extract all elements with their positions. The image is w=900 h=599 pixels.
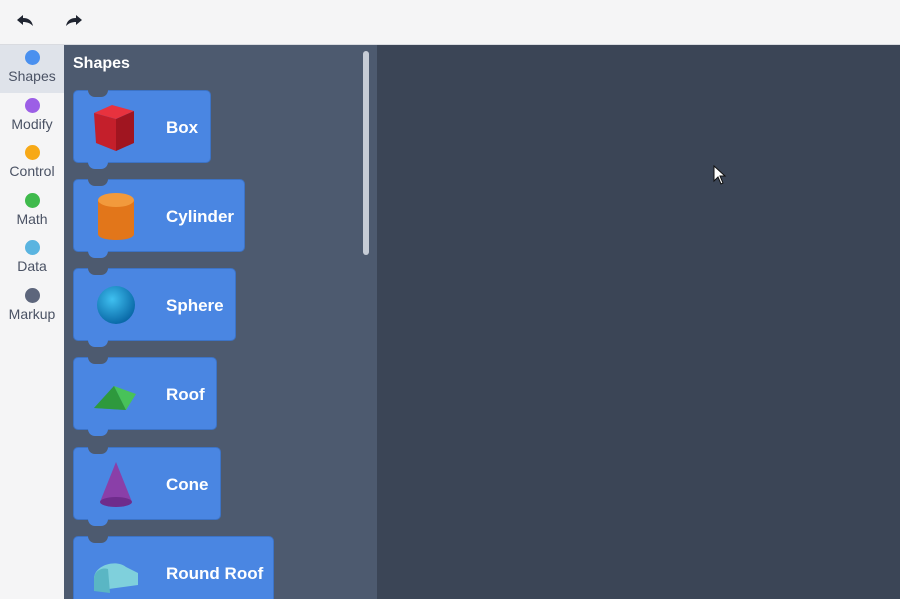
cone-icon: [100, 462, 132, 507]
sphere-icon: [97, 286, 135, 324]
block-label: Sphere: [166, 296, 224, 315]
box-icon: [94, 105, 134, 151]
redo-button[interactable]: [60, 8, 88, 34]
block-roof[interactable]: Roof: [73, 357, 217, 436]
block-cone[interactable]: Cone: [73, 447, 221, 526]
block-sphere[interactable]: Sphere: [73, 268, 236, 347]
block-round-roof[interactable]: Round Roof: [73, 536, 274, 599]
category-control[interactable]: Control: [0, 140, 64, 188]
workspace-canvas[interactable]: [377, 45, 900, 599]
category-dot: [24, 97, 40, 113]
category-dot: [24, 287, 40, 303]
category-label: Control: [9, 163, 55, 180]
toolbar: [0, 0, 900, 45]
category-modify[interactable]: Modify: [0, 93, 64, 141]
block-label: Cylinder: [166, 207, 235, 226]
category-markup[interactable]: Markup: [0, 283, 64, 331]
undo-button[interactable]: [11, 8, 39, 34]
category-dot: [24, 240, 40, 256]
category-dot: [24, 145, 40, 161]
category-data[interactable]: Data: [0, 235, 64, 283]
redo-icon: [66, 15, 82, 26]
category-dot: [24, 50, 40, 65]
block-flyout: Shapes Box Cylinder Sphere Roof Cone Rou…: [64, 45, 377, 599]
category-dot: [24, 192, 40, 208]
cylinder-icon: [98, 193, 134, 240]
category-label: Math: [16, 210, 48, 227]
block-cylinder[interactable]: Cylinder: [73, 179, 245, 258]
category-label: Shapes: [8, 68, 56, 84]
block-label: Roof: [166, 385, 205, 404]
category-list: Shapes Modify Control Math Data Markup: [0, 45, 64, 599]
round-roof-icon: [94, 563, 138, 593]
category-shapes[interactable]: Shapes: [0, 45, 64, 93]
undo-icon: [17, 15, 33, 26]
block-label: Box: [166, 118, 199, 137]
block-label: Round Roof: [166, 564, 264, 583]
roof-icon: [94, 386, 136, 410]
category-label: Markup: [8, 305, 56, 322]
flyout-title: Shapes: [73, 55, 130, 72]
flyout-scrollbar[interactable]: [363, 51, 369, 255]
category-math[interactable]: Math: [0, 188, 64, 236]
category-label: Data: [17, 258, 47, 275]
block-label: Cone: [166, 475, 209, 494]
mouse-pointer-icon: [713, 165, 727, 185]
block-box[interactable]: Box: [73, 90, 211, 169]
category-label: Modify: [11, 115, 53, 132]
